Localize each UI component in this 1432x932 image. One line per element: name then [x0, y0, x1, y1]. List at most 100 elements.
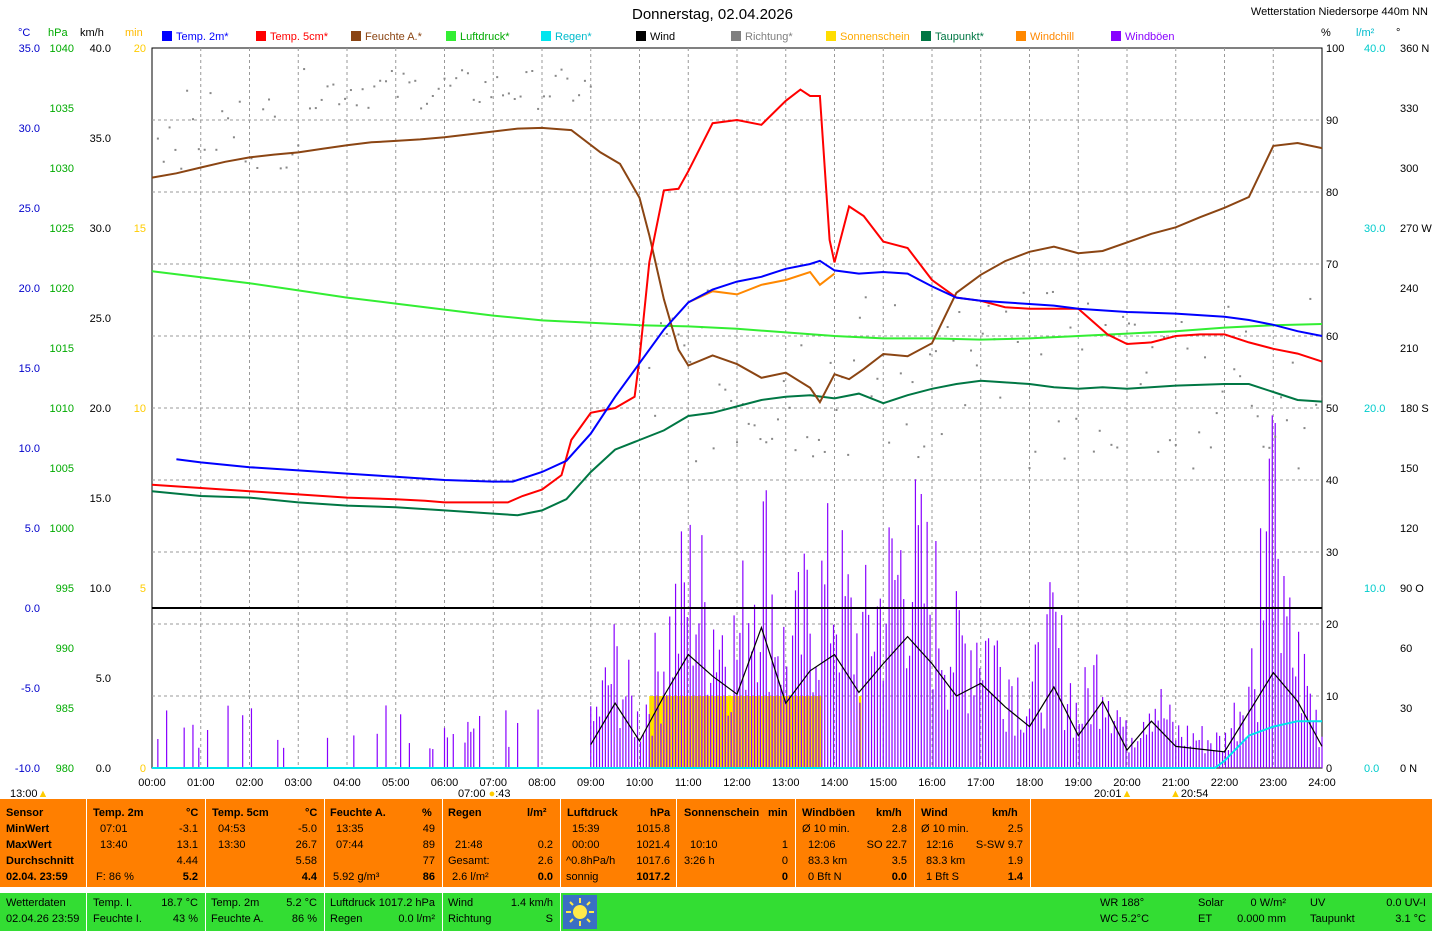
dewpoint-value: 3.1 °C [1395, 913, 1426, 925]
temp_c-tick-label: 25.0 [19, 203, 40, 215]
direction-dot [1022, 291, 1025, 294]
legend-swatch [162, 31, 172, 41]
direction-dot [1198, 431, 1201, 434]
press-max: 1021.4 [636, 839, 670, 851]
direction-dot [308, 107, 311, 110]
hum-min: 49 [422, 823, 435, 835]
direction-dot [858, 316, 861, 319]
direction_deg-tick-label: 300 [1400, 163, 1418, 175]
direction-dot [975, 364, 978, 367]
legend-swatch [1111, 31, 1121, 41]
t2-max-time: 13:40 [100, 839, 128, 851]
direction_deg-tick-label: 270 W [1400, 223, 1432, 235]
t2-header: Temp. 2m [93, 807, 144, 819]
direction-dot [496, 76, 499, 79]
direction-dot [455, 77, 458, 80]
direction-dot [812, 455, 815, 458]
temp_c-tick-label: 30.0 [19, 123, 40, 135]
wind_kmh-tick-label: 25.0 [90, 313, 111, 325]
t5-header: Temp. 5cm [212, 807, 269, 819]
pressure_hpa-tick-label: 990 [56, 643, 74, 655]
legend-label: Taupunkt* [935, 31, 984, 43]
humidity_pct-tick-label: 50 [1326, 403, 1338, 415]
temp_c-tick-label: -10.0 [15, 763, 40, 775]
direction-dot [1256, 415, 1259, 418]
t2-max: 13.1 [176, 839, 198, 851]
direction-dot [765, 441, 768, 444]
x-tick-label: 18:00 [1016, 777, 1044, 789]
direction-dot [648, 366, 651, 369]
pressure_hpa-tick-label: 1000 [50, 523, 74, 535]
hum-inside-label: Feuchte I. [93, 913, 142, 925]
direction_deg-tick-label: 60 [1400, 643, 1412, 655]
unit-direction: ° [1396, 27, 1401, 39]
direction-dot [1250, 404, 1253, 407]
direction-dot [519, 95, 522, 98]
pressure-value: 1017.2 hPa [378, 897, 435, 909]
direction-dot [1116, 446, 1119, 449]
x-tick-label: 08:00 [528, 777, 556, 789]
unit-humidity: % [1321, 27, 1331, 39]
pressure-label: Luftdruck [330, 897, 376, 909]
legend-item: Sonnenschein [826, 31, 910, 43]
direction-dot [466, 72, 469, 75]
direction-dot [537, 107, 540, 110]
direction-dot [443, 77, 446, 80]
direction-dot [876, 377, 879, 380]
humidity_pct-tick-label: 20 [1326, 619, 1338, 631]
gust-l3: 83.3 km [808, 855, 848, 867]
legend-label: Feuchte A.* [365, 31, 422, 43]
direction-dot [847, 453, 850, 456]
legend-item: Luftdruck* [446, 31, 510, 43]
temp2m-value: 5.2 °C [286, 897, 317, 909]
direction-dot [548, 95, 551, 98]
legend-swatch [636, 31, 646, 41]
press-now: 1017.2 [636, 871, 670, 883]
direction-dot [958, 311, 961, 314]
wind_kmh-tick-label: 20.0 [90, 403, 111, 415]
x-tick-label: 24:00 [1308, 777, 1336, 789]
humidity_pct-tick-label: 30 [1326, 547, 1338, 559]
x-tick-label: 04:00 [333, 777, 361, 789]
direction-dot [1274, 435, 1277, 438]
direction-dot [1034, 450, 1037, 453]
x-tick-label: 22:00 [1211, 777, 1239, 789]
direction-dot [297, 144, 300, 147]
legend-swatch [541, 31, 551, 41]
humidity_pct-tick-label: 80 [1326, 187, 1338, 199]
x-tick-label: 01:00 [187, 777, 215, 789]
t2-feel: F: 86 % [96, 871, 134, 883]
x-tick-label: 19:00 [1064, 777, 1092, 789]
direction-dot [227, 117, 230, 120]
direction-dot [1291, 361, 1294, 364]
direction-dot [203, 148, 206, 151]
direction-dot [1139, 383, 1142, 386]
direction-dot [1151, 346, 1154, 349]
rain_lm2-tick-label: 10.0 [1364, 583, 1385, 595]
legend-swatch [731, 31, 741, 41]
direction-dot [461, 69, 464, 72]
direction-dot [396, 95, 399, 98]
direction-dot [244, 160, 247, 163]
direction-dot [273, 115, 276, 118]
direction-dot [1046, 292, 1049, 295]
x-tick-label: 13:00 [772, 777, 800, 789]
press-min: 1015.8 [636, 823, 670, 835]
humidity_pct-tick-label: 60 [1326, 331, 1338, 343]
direction-dot [238, 100, 241, 103]
direction-dot [1092, 450, 1095, 453]
direction-dot [718, 383, 721, 386]
direction-dot [829, 361, 832, 364]
direction-dot [215, 148, 218, 151]
rain_lm2-tick-label: 40.0 [1364, 43, 1385, 55]
direction-dot [355, 104, 358, 107]
direction-dot [420, 107, 423, 110]
wind_kmh-tick-label: 15.0 [90, 493, 111, 505]
wind-v3: 1.9 [1007, 855, 1023, 867]
sun-duration: 3:26 h [684, 855, 715, 867]
direction-dot [1315, 403, 1318, 406]
direction-dot [209, 92, 212, 95]
temp_c-tick-label: 20.0 [19, 283, 40, 295]
direction-dot [408, 81, 411, 84]
direction-dot [1133, 323, 1136, 326]
